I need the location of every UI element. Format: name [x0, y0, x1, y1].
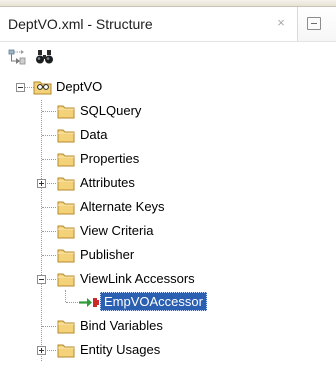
- tree-connector: [42, 231, 56, 232]
- hierarchy-icon[interactable]: [8, 48, 28, 66]
- tree-item-viewlink-accessors[interactable]: ViewLink Accessors: [0, 268, 336, 290]
- tree-item-label: Entity Usages: [80, 342, 161, 357]
- structure-tree: DeptVO SQLQuery Data Properties Attribut…: [0, 76, 336, 370]
- tree-item-properties[interactable]: Properties: [0, 148, 336, 170]
- tree-item-alternate-keys[interactable]: Alternate Keys: [0, 196, 336, 218]
- tree-root[interactable]: DeptVO: [0, 76, 336, 98]
- minimize-icon: [311, 23, 317, 24]
- tree-item-view-criteria[interactable]: View Criteria: [0, 220, 336, 242]
- folder-icon: [57, 344, 75, 358]
- tree-item-label: Publisher: [80, 247, 135, 262]
- tree-item-label: ViewLink Accessors: [80, 271, 195, 286]
- minimize-button[interactable]: [307, 17, 321, 30]
- tree-connector: [42, 135, 56, 136]
- collapse-icon[interactable]: [37, 275, 46, 284]
- tree-item-label: Data: [80, 127, 108, 142]
- tree-item-empvoaccessor[interactable]: EmpVOAccessor: [0, 291, 336, 313]
- close-icon[interactable]: ×: [273, 15, 289, 31]
- panel-title: DeptVO.xml - Structure: [8, 16, 153, 32]
- panel-top-border: [0, 0, 336, 7]
- expand-icon[interactable]: [37, 346, 46, 355]
- tree-item-bind-variables[interactable]: Bind Variables: [0, 315, 336, 337]
- expand-icon[interactable]: [37, 179, 46, 188]
- folder-icon: [57, 249, 75, 263]
- tree-connector: [42, 255, 56, 256]
- structure-panel: DeptVO.xml - Structure × DeptVO SQLQuery…: [0, 0, 336, 370]
- folder-icon: [57, 105, 75, 119]
- tree-item-sqlquery[interactable]: SQLQuery: [0, 100, 336, 122]
- tree-connector: [42, 207, 56, 208]
- folder-icon: [57, 129, 75, 143]
- view-object-icon: [33, 81, 52, 95]
- tree-item-label: Alternate Keys: [80, 199, 165, 214]
- tree-connector: [42, 111, 56, 112]
- folder-icon: [57, 273, 75, 287]
- toolbar: [0, 42, 336, 72]
- tree-item-publisher[interactable]: Publisher: [0, 244, 336, 266]
- tree-item-label: Attributes: [80, 175, 135, 190]
- tree-item-label: Properties: [80, 151, 140, 166]
- folder-icon: [57, 201, 75, 215]
- binoculars-icon[interactable]: [35, 48, 55, 66]
- tree-connector: [42, 326, 56, 327]
- tree-item-attributes[interactable]: Attributes: [0, 172, 336, 194]
- folder-icon: [57, 320, 75, 334]
- tree-item-label: View Criteria: [80, 223, 154, 238]
- folder-icon: [57, 177, 75, 191]
- tree-item-label: SQLQuery: [80, 103, 142, 118]
- tree-item-data[interactable]: Data: [0, 124, 336, 146]
- folder-icon: [57, 153, 75, 167]
- view-link-accessor-icon: [79, 298, 99, 307]
- tree-root-label: DeptVO: [56, 79, 103, 94]
- tree-item-label: Bind Variables: [80, 318, 163, 333]
- collapse-icon[interactable]: [16, 83, 25, 92]
- folder-icon: [57, 225, 75, 239]
- tab-structure[interactable]: DeptVO.xml - Structure ×: [0, 7, 298, 41]
- tree-item-entity-usages[interactable]: Entity Usages: [0, 339, 336, 361]
- panel-titlebar: DeptVO.xml - Structure ×: [0, 7, 336, 42]
- tree-connector: [66, 302, 78, 303]
- tree-connector: [42, 159, 56, 160]
- tree-item-label-selected: EmpVOAccessor: [100, 292, 207, 311]
